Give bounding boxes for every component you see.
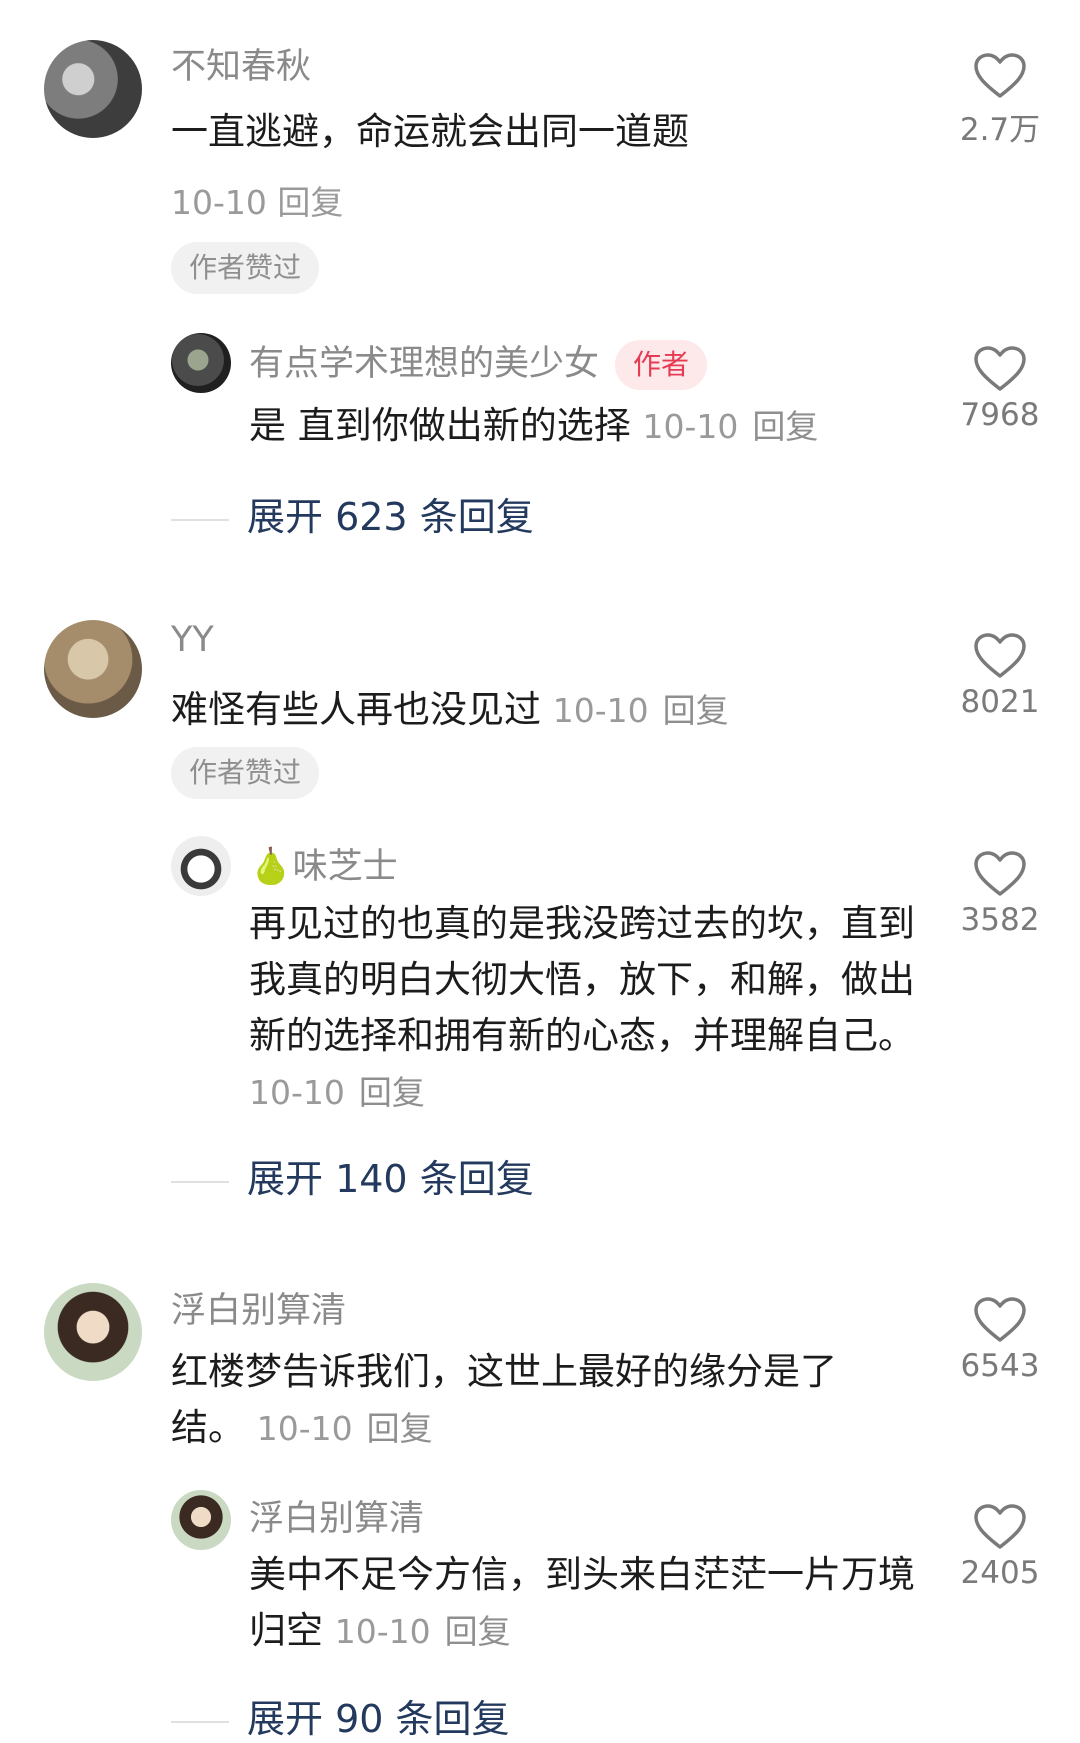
heart-icon[interactable] bbox=[973, 632, 1027, 680]
reply-username-text[interactable]: 浮白别算清 bbox=[249, 1499, 424, 1539]
reply-button[interactable]: 回复 bbox=[277, 183, 343, 222]
heart-icon[interactable] bbox=[973, 850, 1027, 898]
reply-text: 美中不足今方信，到头来白茫茫一片万境归空 10-10 回复 bbox=[249, 1547, 929, 1660]
reply-meta: 10-10 回复 bbox=[335, 1612, 511, 1651]
expand-replies-button[interactable]: 展开 90 条回复 bbox=[171, 1688, 510, 1743]
comment-body: 难怪有些人再也没见过 bbox=[171, 688, 541, 731]
reply-username-text[interactable]: 味芝士 bbox=[293, 847, 398, 887]
reply-button[interactable]: 回复 bbox=[752, 407, 818, 446]
heart-icon[interactable] bbox=[973, 52, 1027, 100]
like-count: 2405 bbox=[960, 1555, 1040, 1591]
comment-meta: 10-10 回复 bbox=[553, 691, 729, 730]
heart-icon[interactable] bbox=[973, 345, 1027, 393]
reply-button[interactable]: 回复 bbox=[359, 1073, 425, 1112]
expand-replies-button[interactable]: 展开 623 条回复 bbox=[171, 486, 534, 541]
reply-body: 再见过的也真的是我没跨过去的坎，直到我真的明白大彻大悟，放下，和解，做出新的选择… bbox=[249, 902, 915, 1057]
comment-body: 一直逃避，命运就会出同一道题 bbox=[171, 110, 689, 153]
avatar[interactable] bbox=[44, 620, 142, 718]
heart-icon[interactable] bbox=[973, 1503, 1027, 1551]
author-liked-badge: 作者赞过 bbox=[171, 242, 320, 294]
username[interactable]: YY bbox=[171, 620, 214, 660]
like-count: 2.7万 bbox=[959, 112, 1041, 148]
avatar[interactable] bbox=[44, 40, 142, 138]
reply-username-text[interactable]: 有点学术理想的美少女 bbox=[249, 344, 599, 384]
divider-line bbox=[171, 1720, 229, 1723]
like-control[interactable]: 6543 bbox=[950, 1296, 1050, 1384]
reply-meta: 10-10 回复 bbox=[249, 1073, 425, 1112]
reply-date: 10-10 bbox=[334, 1612, 431, 1651]
divider-line bbox=[171, 518, 229, 521]
like-count: 3582 bbox=[960, 902, 1040, 938]
comment-text: 红楼梦告诉我们，这世上最好的缘分是了结。 10-10 回复 bbox=[171, 1344, 901, 1457]
reply-button[interactable]: 回复 bbox=[445, 1612, 511, 1651]
reply-date: 10-10 bbox=[249, 1073, 345, 1112]
reply-username[interactable]: 浮白别算清 bbox=[249, 1490, 424, 1541]
author-liked-badge: 作者赞过 bbox=[171, 747, 320, 799]
like-count: 8021 bbox=[960, 684, 1040, 720]
heart-icon[interactable] bbox=[973, 1296, 1027, 1344]
comment-date: 10-10 bbox=[171, 183, 267, 222]
avatar[interactable] bbox=[171, 836, 231, 896]
like-control[interactable]: 7968 bbox=[950, 345, 1050, 433]
like-control[interactable]: 2405 bbox=[950, 1503, 1050, 1591]
username[interactable]: 不知春秋 bbox=[171, 38, 311, 89]
avatar[interactable] bbox=[171, 333, 231, 393]
comment-meta: 10-10 回复 bbox=[171, 176, 343, 224]
reply-username[interactable]: 🍐味芝士 bbox=[249, 838, 398, 889]
like-count: 6543 bbox=[960, 1348, 1040, 1384]
divider-line bbox=[171, 1180, 229, 1183]
avatar[interactable] bbox=[171, 1490, 231, 1550]
reply-text: 再见过的也真的是我没跨过去的坎，直到我真的明白大彻大悟，放下，和解，做出新的选择… bbox=[249, 896, 929, 1121]
avatar[interactable] bbox=[44, 1283, 142, 1381]
comment-text: 一直逃避，命运就会出同一道题 bbox=[171, 104, 931, 160]
username[interactable]: 浮白别算清 bbox=[171, 1282, 346, 1333]
reply-body: 是 直到你做出新的选择 bbox=[249, 404, 631, 447]
like-count: 7968 bbox=[960, 397, 1040, 433]
reply-button[interactable]: 回复 bbox=[367, 1409, 433, 1448]
author-tag: 作者 bbox=[615, 340, 708, 390]
comment-date: 10-10 bbox=[256, 1409, 353, 1448]
expand-replies-button[interactable]: 展开 140 条回复 bbox=[171, 1148, 534, 1203]
expand-label[interactable]: 展开 90 条回复 bbox=[247, 1697, 510, 1741]
comment-date: 10-10 bbox=[552, 691, 649, 730]
like-control[interactable]: 2.7万 bbox=[950, 52, 1050, 149]
reply-username[interactable]: 有点学术理想的美少女 作者 bbox=[249, 335, 708, 390]
like-control[interactable]: 8021 bbox=[950, 632, 1050, 720]
comment-text: 难怪有些人再也没见过 10-10 回复 bbox=[171, 682, 931, 739]
expand-label[interactable]: 展开 623 条回复 bbox=[247, 495, 534, 539]
reply-date: 10-10 bbox=[642, 407, 739, 446]
pear-icon: 🍐 bbox=[249, 847, 293, 887]
expand-label[interactable]: 展开 140 条回复 bbox=[247, 1157, 534, 1201]
comment-meta: 10-10 回复 bbox=[257, 1409, 433, 1448]
reply-text: 是 直到你做出新的选择 10-10 回复 bbox=[249, 398, 909, 455]
reply-meta: 10-10 回复 bbox=[643, 407, 819, 446]
reply-button[interactable]: 回复 bbox=[663, 691, 729, 730]
like-control[interactable]: 3582 bbox=[950, 850, 1050, 938]
